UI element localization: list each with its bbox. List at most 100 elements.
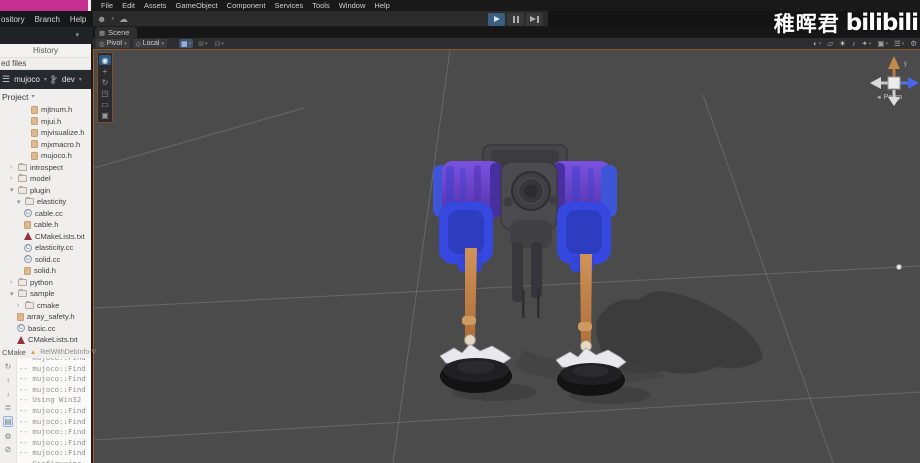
tree-row-mujoco-h[interactable]: mujoco.h: [0, 150, 91, 162]
step-button[interactable]: [526, 13, 543, 26]
tree-row-elasticity-cc[interactable]: Celasticity.cc: [0, 242, 91, 254]
local-caret-icon: ▾: [161, 41, 164, 47]
transform-tool[interactable]: ▣: [99, 110, 111, 120]
tree-row-mjtnum-h[interactable]: mjtnum.h: [0, 104, 91, 116]
move-snap-button[interactable]: ⊞ ▾: [196, 39, 209, 48]
git-menu-branch[interactable]: Branch: [35, 15, 60, 24]
unity-menu-edit[interactable]: Edit: [122, 1, 135, 10]
tree-row-plugin[interactable]: ▾ plugin: [0, 185, 91, 197]
tab-scene[interactable]: ▦ Scene: [95, 27, 137, 38]
tree-item-label: plugin: [30, 186, 50, 195]
chevron-collapsed-icon[interactable]: ›: [10, 279, 15, 286]
view-tool[interactable]: ◉: [99, 55, 111, 65]
chevron-collapsed-icon[interactable]: ›: [10, 164, 15, 171]
rect-tool[interactable]: ▭: [99, 99, 111, 109]
console-tool-icon-3[interactable]: ≣: [5, 403, 12, 412]
local-icon: ◇: [136, 40, 141, 48]
folder-icon: [18, 187, 27, 194]
scene-viewport[interactable]: y ◉+↻◳▭▣ ◄ Persp: [93, 50, 920, 463]
rotate-tool[interactable]: ↻: [99, 77, 111, 87]
folder-icon: [18, 279, 27, 286]
console-tool-icon-2[interactable]: ↓: [6, 389, 10, 398]
branch-selector[interactable]: dev: [62, 75, 75, 84]
pivot-button[interactable]: ◎ Pivot ▾: [96, 39, 130, 48]
console-line: -- mujoco::Find: [19, 364, 91, 375]
tree-item-label: cable.cc: [35, 209, 63, 218]
play-button[interactable]: [488, 13, 505, 26]
scale-snap-caret-icon: ▾: [221, 41, 224, 47]
overflow-dropdown[interactable]: ☰▾: [894, 39, 904, 48]
cmake-panel-header[interactable]: CMake ▲ RelWithDebInfo-V: [0, 346, 91, 358]
account-icon[interactable]: ☻: [97, 14, 106, 24]
unity-menu-tools[interactable]: Tools: [312, 1, 330, 10]
changed-files-row[interactable]: ed files: [0, 58, 91, 70]
audio-toggle[interactable]: ♪: [852, 39, 856, 48]
account-caret-icon[interactable]: ▾: [111, 16, 114, 22]
tree-row-python[interactable]: ›python: [0, 277, 91, 289]
tree-row-mjvisualize-h[interactable]: mjvisualize.h: [0, 127, 91, 139]
cmake-title: CMake: [2, 348, 26, 357]
tree-row-mjxmacro-h[interactable]: mjxmacro.h: [0, 139, 91, 151]
unity-menu-component[interactable]: Component: [227, 1, 266, 10]
chevron-collapsed-icon[interactable]: ›: [17, 302, 22, 309]
tree-row-model[interactable]: ›model: [0, 173, 91, 185]
unity-menu-file[interactable]: File: [101, 1, 113, 10]
persp-label[interactable]: ◄ Persp: [876, 94, 902, 101]
repo-selector[interactable]: mujoco: [14, 75, 40, 84]
render-mode-dropdown-caret-icon: ▾: [819, 41, 822, 47]
tree-row-cable-cc[interactable]: Ccable.cc: [0, 208, 91, 220]
history-tab[interactable]: History: [0, 44, 91, 58]
lighting-toggle[interactable]: ☀: [839, 39, 846, 48]
tree-row-basic-cc[interactable]: Cbasic.cc: [0, 323, 91, 335]
hamburger-icon[interactable]: ☰: [2, 74, 10, 85]
chevron-collapsed-icon[interactable]: ›: [10, 175, 15, 182]
local-button[interactable]: ◇ Local ▾: [133, 39, 167, 48]
tree-row-solid-h[interactable]: solid.h: [0, 265, 91, 277]
unity-menu-assets[interactable]: Assets: [144, 1, 167, 10]
svg-text:y: y: [904, 61, 907, 67]
scale-snap-button[interactable]: ⊟ ▾: [213, 39, 226, 48]
chevron-expanded-icon[interactable]: ▾: [17, 198, 22, 206]
tree-row-mjui-h[interactable]: mjui.h: [0, 116, 91, 128]
cc-icon: C: [24, 209, 32, 217]
lighting-toggle-icon: ☀: [839, 39, 846, 48]
cloud-icon[interactable]: ☁: [119, 14, 128, 25]
tree-row-introspect[interactable]: ›introspect: [0, 162, 91, 174]
gizmos-dropdown[interactable]: ▣▾: [877, 39, 888, 48]
console-tool-icon-0[interactable]: ↻: [5, 362, 12, 371]
tree-row-cmake[interactable]: ›cmake: [0, 300, 91, 312]
project-header[interactable]: Project ▾: [0, 89, 91, 104]
grid-snap-button[interactable]: ▦ ▾: [179, 39, 193, 48]
settings-gear[interactable]: ⚙: [910, 39, 917, 48]
console-tool-icon-4[interactable]: ▤: [3, 416, 13, 427]
pause-button[interactable]: [507, 13, 524, 26]
scene-canvas: y: [94, 50, 920, 463]
tree-row-cmakelists-txt[interactable]: CMakeLists.txt: [0, 231, 91, 243]
move-tool[interactable]: +: [99, 66, 111, 76]
unity-menu-services[interactable]: Services: [274, 1, 303, 10]
tree-row-elasticity[interactable]: ▾elasticity: [0, 196, 91, 208]
tree-row-cmakelists-txt[interactable]: CMakeLists.txt: [0, 334, 91, 346]
subbar-caret-icon[interactable]: ▾: [75, 31, 79, 39]
unity-menu-window[interactable]: Window: [339, 1, 366, 10]
unity-menu-help[interactable]: Help: [374, 1, 389, 10]
git-menu-ository[interactable]: ository: [1, 15, 25, 24]
tree-row-solid-cc[interactable]: Csolid.cc: [0, 254, 91, 266]
light-handle-dot[interactable]: [896, 264, 902, 270]
persp-arrow-icon: ◄: [876, 95, 882, 101]
console-tool-icon-5[interactable]: ⚙: [4, 432, 11, 441]
git-menu-help[interactable]: Help: [70, 15, 86, 24]
tree-row-cable-h[interactable]: cable.h: [0, 219, 91, 231]
effects-dropdown-icon: ✦: [862, 39, 868, 48]
effects-dropdown[interactable]: ✦▾: [862, 39, 872, 48]
scale-tool[interactable]: ◳: [99, 88, 111, 98]
console-tool-icon-6[interactable]: ⊘: [5, 445, 12, 454]
unity-menu-gameobject[interactable]: GameObject: [176, 1, 218, 10]
chevron-expanded-icon[interactable]: ▾: [10, 290, 15, 298]
console-tool-icon-1[interactable]: ↑: [6, 376, 10, 385]
2d-toggle[interactable]: ▱: [827, 39, 833, 48]
tree-row-array_safety-h[interactable]: array_safety.h: [0, 311, 91, 323]
tree-row-sample[interactable]: ▾sample: [0, 288, 91, 300]
chevron-expanded-icon[interactable]: ▾: [10, 186, 15, 194]
render-mode-dropdown[interactable]: ◐▾: [813, 39, 821, 48]
